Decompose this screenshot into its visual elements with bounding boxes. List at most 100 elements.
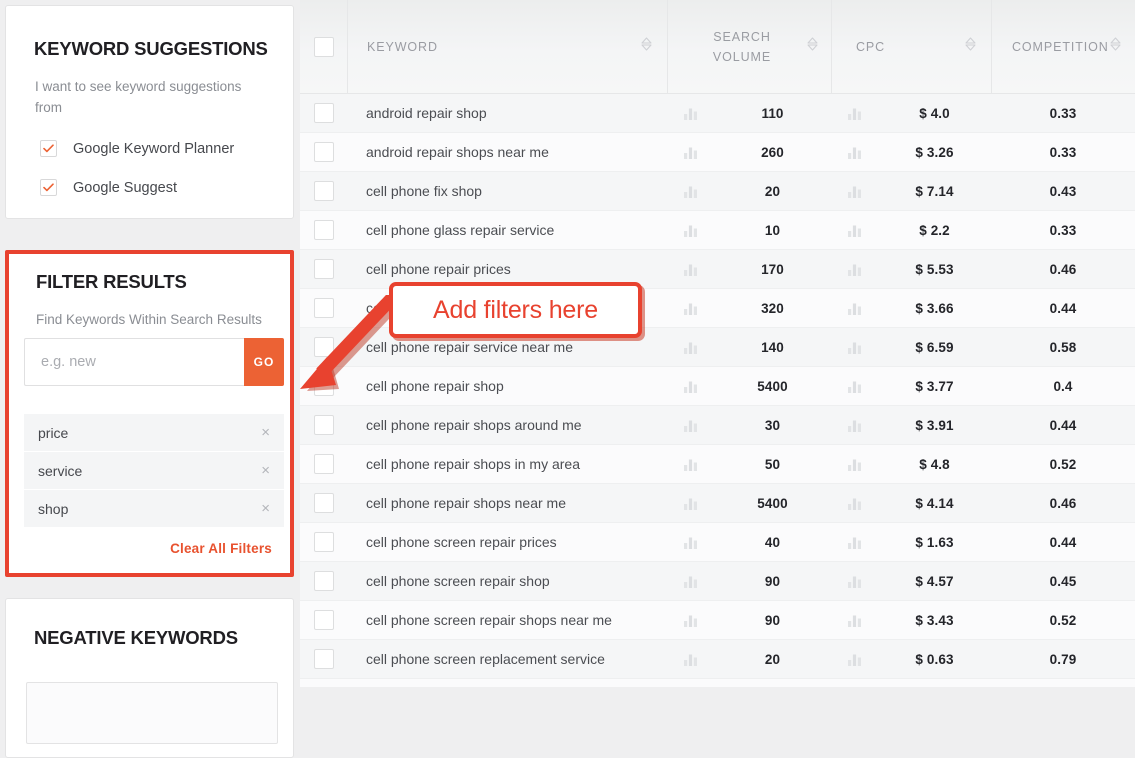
bar-chart-icon[interactable] (831, 340, 878, 355)
bar-chart-icon[interactable] (667, 457, 714, 472)
row-select-cell[interactable] (300, 571, 347, 591)
bar-chart-icon[interactable] (831, 301, 878, 316)
table-row[interactable]: cell phone screen replacement service 20 $… (300, 640, 1135, 679)
table-row[interactable]: cell phone repair shops around me 30 $ 3.9… (300, 406, 1135, 445)
checkbox-google-keyword-planner[interactable] (40, 140, 57, 157)
bar-chart-icon[interactable] (831, 418, 878, 433)
sort-toggle-icon[interactable] (640, 34, 653, 59)
row-checkbox[interactable] (313, 298, 334, 318)
filter-go-button[interactable]: GO (244, 338, 284, 386)
bar-chart-icon[interactable] (667, 418, 714, 433)
row-checkbox[interactable] (313, 220, 334, 240)
source-option-google-suggest[interactable]: Google Suggest (40, 179, 177, 196)
row-select-cell[interactable] (300, 532, 347, 552)
table-row[interactable]: cell phone repair shops in my area 50 $ 4.… (300, 445, 1135, 484)
cell-competition: 0.44 (1049, 417, 1077, 433)
filter-search-input[interactable] (24, 338, 244, 386)
row-checkbox[interactable] (313, 181, 334, 201)
row-select-cell[interactable] (300, 610, 347, 630)
bar-chart-icon[interactable] (667, 223, 714, 238)
negative-keywords-input[interactable] (26, 682, 278, 744)
column-header-keyword[interactable]: KEYWORD (348, 0, 668, 93)
bar-chart-icon[interactable] (831, 223, 878, 238)
row-select-cell[interactable] (300, 103, 347, 123)
bar-chart-icon[interactable] (667, 652, 714, 667)
select-all-cell[interactable] (300, 0, 348, 93)
bar-chart-icon[interactable] (667, 379, 714, 394)
cell-keyword: cell phone screen repair shops near me (366, 612, 612, 628)
filter-tag[interactable]: shop × (24, 490, 284, 528)
cell-cpc: $ 3.26 (915, 144, 954, 160)
clear-all-filters-link[interactable]: Clear All Filters (170, 541, 272, 556)
row-select-cell[interactable] (300, 415, 347, 435)
bar-chart-icon[interactable] (831, 574, 878, 589)
bar-chart-icon[interactable] (831, 535, 878, 550)
row-checkbox[interactable] (313, 337, 334, 357)
table-row[interactable]: cell phone screen repair shops near me 90… (300, 601, 1135, 640)
row-select-cell[interactable] (300, 376, 347, 396)
filter-tag[interactable]: service × (24, 452, 284, 490)
row-checkbox[interactable] (313, 376, 334, 396)
row-checkbox[interactable] (313, 259, 334, 279)
table-row[interactable]: cell phone repair shop 5400 $ 3.77 0.4 (300, 367, 1135, 406)
sort-toggle-icon[interactable] (964, 34, 977, 59)
row-checkbox[interactable] (313, 571, 334, 591)
close-icon[interactable]: × (261, 501, 270, 516)
bar-chart-icon[interactable] (667, 184, 714, 199)
row-select-cell[interactable] (300, 337, 347, 357)
row-checkbox[interactable] (313, 142, 334, 162)
row-checkbox[interactable] (313, 649, 334, 669)
table-row[interactable]: cell phone fix shop 20 $ 7.14 0.43 (300, 172, 1135, 211)
bar-chart-icon[interactable] (667, 340, 714, 355)
row-select-cell[interactable] (300, 181, 347, 201)
column-header-cpc[interactable]: CPC (832, 0, 992, 93)
table-row[interactable]: android repair shop 110 $ 4.0 0.33 (300, 94, 1135, 133)
table-row[interactable]: cell phone repair shops near me 5400 $ 4.1… (300, 484, 1135, 523)
bar-chart-icon[interactable] (831, 457, 878, 472)
checkbox-google-suggest[interactable] (40, 179, 57, 196)
bar-chart-icon[interactable] (667, 613, 714, 628)
row-checkbox[interactable] (313, 103, 334, 123)
table-row[interactable]: cell phone screen repair prices 40 $ 1.63 0… (300, 523, 1135, 562)
close-icon[interactable]: × (261, 463, 270, 478)
column-header-search-volume[interactable]: SEARCH VOLUME (668, 0, 832, 93)
close-icon[interactable]: × (261, 425, 270, 440)
row-checkbox[interactable] (313, 415, 334, 435)
bar-chart-icon[interactable] (831, 106, 878, 121)
row-select-cell[interactable] (300, 259, 347, 279)
bar-chart-icon[interactable] (831, 262, 878, 277)
bar-chart-icon[interactable] (667, 496, 714, 511)
filter-tag[interactable]: price × (24, 414, 284, 452)
bar-chart-icon[interactable] (831, 613, 878, 628)
bar-chart-icon[interactable] (831, 184, 878, 199)
source-option-google-keyword-planner[interactable]: Google Keyword Planner (40, 140, 234, 157)
bar-chart-icon[interactable] (831, 145, 878, 160)
sort-toggle-icon[interactable] (806, 34, 819, 59)
table-row[interactable]: android repair shops near me 260 $ 3.26 0.3… (300, 133, 1135, 172)
table-row[interactable] (300, 679, 1135, 687)
row-select-cell[interactable] (300, 298, 347, 318)
row-checkbox[interactable] (313, 454, 334, 474)
bar-chart-icon[interactable] (667, 106, 714, 121)
row-select-cell[interactable] (300, 220, 347, 240)
bar-chart-icon[interactable] (831, 496, 878, 511)
bar-chart-icon[interactable] (667, 145, 714, 160)
bar-chart-icon[interactable] (831, 379, 878, 394)
row-select-cell[interactable] (300, 649, 347, 669)
sort-toggle-icon[interactable] (1109, 34, 1122, 59)
select-all-checkbox[interactable] (313, 36, 334, 57)
column-header-competition[interactable]: COMPETITION (992, 0, 1135, 93)
row-checkbox[interactable] (313, 532, 334, 552)
row-checkbox[interactable] (313, 610, 334, 630)
table-row[interactable]: cell phone screen repair shop 90 $ 4.57 0.4… (300, 562, 1135, 601)
row-select-cell[interactable] (300, 454, 347, 474)
row-checkbox[interactable] (313, 493, 334, 513)
bar-chart-icon[interactable] (667, 574, 714, 589)
row-select-cell[interactable] (300, 142, 347, 162)
bar-chart-icon[interactable] (667, 301, 714, 316)
bar-chart-icon[interactable] (831, 652, 878, 667)
table-row[interactable]: cell phone glass repair service 10 $ 2.2 0.… (300, 211, 1135, 250)
row-select-cell[interactable] (300, 493, 347, 513)
bar-chart-icon[interactable] (667, 262, 714, 277)
bar-chart-icon[interactable] (667, 535, 714, 550)
